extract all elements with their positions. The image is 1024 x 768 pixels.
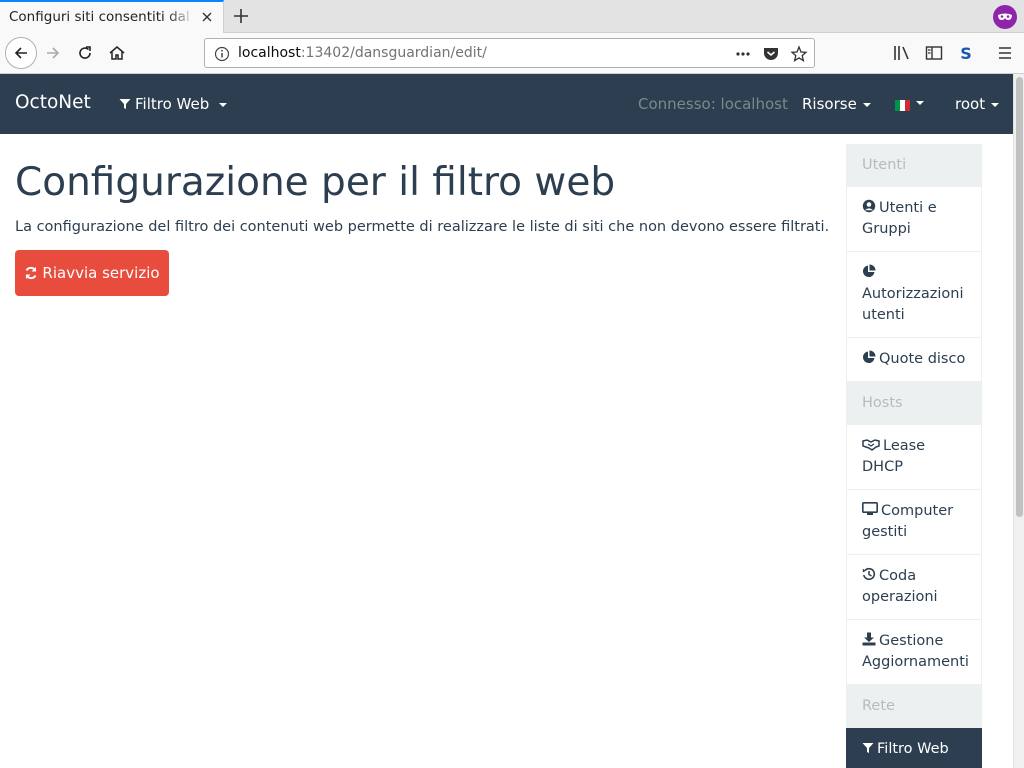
brand-logo[interactable]: OctoNet xyxy=(15,92,91,113)
reload-icon xyxy=(79,46,91,59)
home-button[interactable] xyxy=(102,38,132,68)
sidebar-header-users: Utenti xyxy=(846,144,982,187)
filter-menu-label: Filtro Web xyxy=(135,95,210,113)
url-host: localhost xyxy=(238,45,301,61)
pie-chart-icon xyxy=(862,350,876,364)
library-icon[interactable] xyxy=(890,41,914,65)
menu-hamburger-icon[interactable] xyxy=(993,41,1017,65)
sidebar-item-operation-queue[interactable]: Coda operazioni xyxy=(846,555,982,620)
url-path: :13402/dansguardian/edit/ xyxy=(300,45,487,61)
user-label: root xyxy=(955,95,986,113)
home-icon xyxy=(109,46,125,60)
sidebar-item-web-filter[interactable]: Filtro Web xyxy=(846,728,982,768)
resources-dropdown[interactable]: Risorse xyxy=(802,95,871,113)
url-bar[interactable]: localhost:13402/dansguardian/edit/ xyxy=(204,38,815,68)
sidebar-header-network: Rete xyxy=(846,685,982,728)
sidebar-item-user-auth[interactable]: Autorizzazioni utenti xyxy=(846,252,982,338)
user-circle-icon xyxy=(862,199,876,213)
download-icon xyxy=(862,632,876,646)
pie-chart-icon xyxy=(862,264,876,278)
back-arrow-icon xyxy=(14,47,27,59)
chevron-down-icon xyxy=(916,101,924,112)
page-description: La configurazione del filtro dei contenu… xyxy=(15,219,830,235)
sidebar-nav: Utenti Utenti e Gruppi Autorizzazioni ut… xyxy=(846,144,982,768)
sidebar-item-label: Filtro Web xyxy=(877,741,949,757)
sidebar-item-label: Gestione Aggiornamenti xyxy=(862,633,969,670)
tab-title: Configuri siti consentiti dal filtro web xyxy=(9,9,195,25)
bookmark-star-icon[interactable] xyxy=(790,45,808,63)
info-icon[interactable] xyxy=(214,46,230,62)
filter-icon xyxy=(862,743,874,753)
sidebar-toggle-icon[interactable] xyxy=(922,41,946,65)
language-dropdown[interactable] xyxy=(895,99,924,112)
page-actions-icon[interactable] xyxy=(734,45,752,63)
private-browsing-icon xyxy=(993,5,1017,29)
user-dropdown[interactable]: root xyxy=(955,95,1000,113)
forward-arrow-icon xyxy=(47,47,60,59)
chevron-down-icon xyxy=(219,103,228,107)
page-title: Configurazione per il filtro web xyxy=(15,160,616,205)
filter-icon xyxy=(119,99,131,109)
scrollbar-thumb[interactable] xyxy=(1016,77,1023,517)
resources-label: Risorse xyxy=(802,95,857,113)
extension-s-icon[interactable]: S xyxy=(954,41,978,65)
sidebar-header-hosts: Hosts xyxy=(846,382,982,425)
sidebar-item-users-groups[interactable]: Utenti e Gruppi xyxy=(846,187,982,252)
browser-tab[interactable]: Configuri siti consentiti dal filtro web xyxy=(0,0,224,33)
close-tab-icon[interactable] xyxy=(199,9,215,25)
filter-menu-dropdown[interactable]: Filtro Web xyxy=(119,95,228,113)
browser-tab-bar: Configuri siti consentiti dal filtro web xyxy=(0,0,1024,33)
sidebar-item-managed-computers[interactable]: Computer gestiti xyxy=(846,490,982,555)
history-icon xyxy=(862,567,876,581)
chevron-down-icon xyxy=(862,103,871,107)
handshake-icon xyxy=(862,439,880,451)
sidebar-item-disk-quota[interactable]: Quote disco xyxy=(846,338,982,382)
chevron-down-icon xyxy=(991,103,1000,107)
connection-status: Connesso: localhost xyxy=(638,95,788,113)
restart-service-label: Riavvia servizio xyxy=(42,264,160,282)
new-tab-icon[interactable] xyxy=(229,4,253,28)
page-scrollbar[interactable] xyxy=(1013,74,1024,768)
app-navbar: OctoNet Filtro Web Connesso: localhost R… xyxy=(0,74,1013,134)
pocket-icon[interactable] xyxy=(762,45,780,63)
restart-service-button[interactable]: Riavvia servizio xyxy=(15,250,169,296)
reload-button[interactable] xyxy=(70,38,100,68)
back-button[interactable] xyxy=(5,37,37,69)
browser-toolbar: localhost:13402/dansguardian/edit/ S xyxy=(0,33,1024,74)
sidebar-item-dhcp-lease[interactable]: Lease DHCP xyxy=(846,425,982,490)
sidebar-item-label: Quote disco xyxy=(879,351,966,367)
url-text[interactable]: localhost:13402/dansguardian/edit/ xyxy=(238,45,487,61)
sidebar-item-label: Autorizzazioni utenti xyxy=(862,286,964,323)
refresh-icon xyxy=(25,266,37,280)
forward-button[interactable] xyxy=(38,38,68,68)
sidebar-item-updates[interactable]: Gestione Aggiornamenti xyxy=(846,620,982,685)
desktop-icon xyxy=(862,502,878,515)
